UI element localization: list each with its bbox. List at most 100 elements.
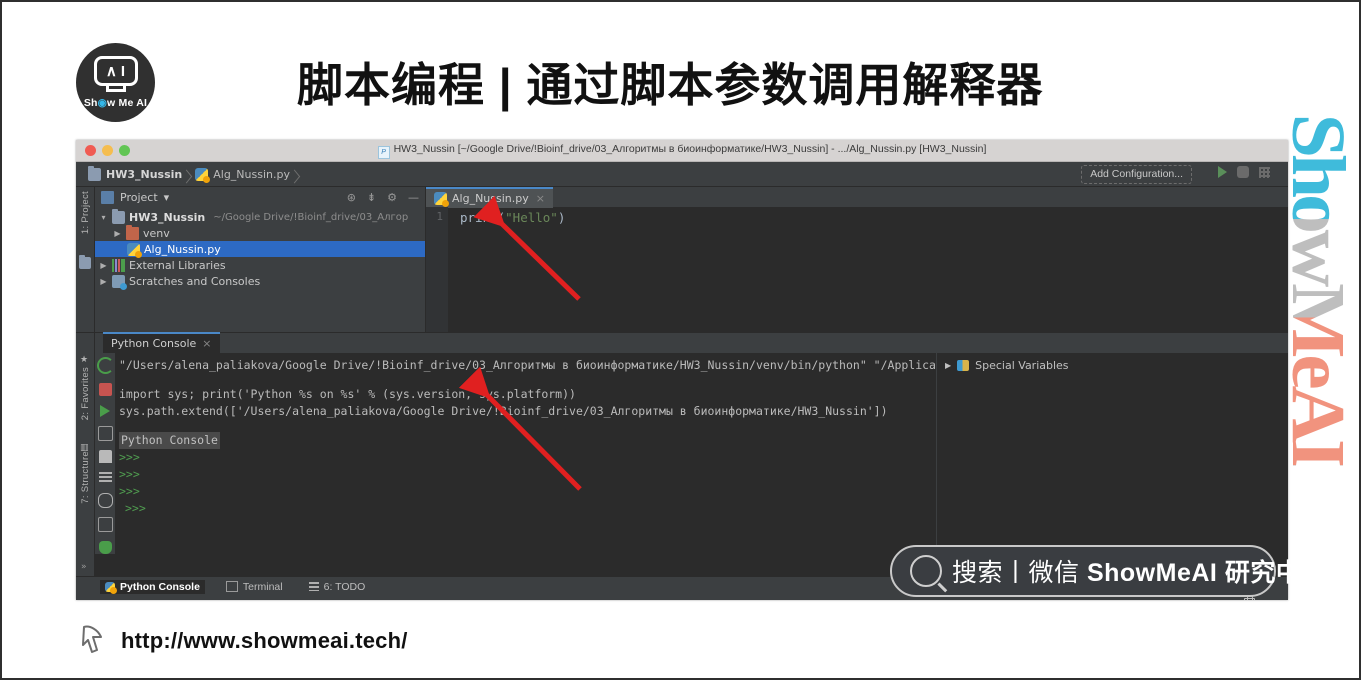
editor-gutter: 1 xyxy=(426,207,448,332)
watermark-text: ShowMeAI xyxy=(1276,113,1360,466)
search-overlay[interactable]: 搜索丨微信 ShowMeAI 研究中心 xyxy=(890,545,1326,597)
lock-icon[interactable] xyxy=(1244,595,1256,600)
close-tab-icon[interactable]: × xyxy=(536,192,545,205)
tool-button-python-console[interactable]: Python Console xyxy=(100,579,205,594)
editor-code-line[interactable]: print("Hello") xyxy=(460,210,565,225)
variables-icon xyxy=(957,360,970,371)
code-string: "Hello" xyxy=(505,210,558,225)
console-banner: Python Console xyxy=(119,432,936,449)
console-split: "/Users/alena_paliakova/Google Drive/!Bi… xyxy=(95,353,1288,554)
project-dropdown-caret-icon[interactable]: ▾ xyxy=(164,191,170,204)
console-toolbar[interactable] xyxy=(95,353,115,554)
tree-item-scratches[interactable]: ▶ Scratches and Consoles xyxy=(95,273,425,290)
console-tool-window: 2: Favorites 7: Structure ★ ▥ » Python C… xyxy=(76,332,1288,576)
add-configuration-button[interactable]: Add Configuration... xyxy=(1081,165,1192,184)
console-prompt: >>> xyxy=(119,467,140,481)
breadcrumb-label: Alg_Nussin.py xyxy=(213,167,290,181)
caret-position[interactable]: 1:7 xyxy=(1147,599,1160,601)
show-variables-icon[interactable] xyxy=(97,493,113,509)
close-console-tab-icon[interactable]: × xyxy=(202,337,211,350)
rerun-icon[interactable] xyxy=(96,357,114,374)
tree-item-alg-nussin[interactable]: Alg_Nussin.py xyxy=(95,241,425,258)
expand-arrow-icon[interactable]: ▶ xyxy=(113,229,122,238)
attach-console-icon[interactable] xyxy=(97,517,113,533)
console-tab-python[interactable]: Python Console × xyxy=(103,332,220,353)
tool-button-terminal[interactable]: Terminal xyxy=(221,580,288,594)
expand-arrow-icon[interactable]: ▾ xyxy=(99,213,108,222)
expand-arrow-icon[interactable]: ▶ xyxy=(99,277,108,286)
project-view-icon xyxy=(101,190,114,204)
tool-button-label: Python Console xyxy=(120,580,200,593)
tree-item-venv[interactable]: ▶ venv xyxy=(95,224,425,241)
locate-icon[interactable]: ⊛ xyxy=(347,191,356,204)
console-spacer xyxy=(119,420,936,432)
line-separator[interactable]: n/a xyxy=(1172,599,1185,601)
soft-wrap-icon[interactable] xyxy=(97,425,113,441)
structure-folder-icon[interactable] xyxy=(79,255,91,269)
console-banner-label: Python Console xyxy=(119,432,220,449)
console-tabbar: Python Console × xyxy=(95,332,1288,353)
execute-icon[interactable] xyxy=(100,404,110,417)
search-text-brand: ShowMeAI xyxy=(1086,559,1218,587)
tool-button-label: Terminal xyxy=(242,580,283,593)
side-label-project[interactable]: 1: Project xyxy=(80,191,91,234)
logo-i-glyph: I xyxy=(120,62,126,80)
slide-root: ∧ I Sh◉w Me AI 脚本编程 | 通过脚本参数调用解释器 P HW3_N… xyxy=(0,0,1361,680)
expand-arrow-icon[interactable]: ▶ xyxy=(99,261,108,270)
breadcrumb-item-project[interactable]: HW3_Nussin xyxy=(84,165,191,181)
tree-item-root[interactable]: ▾ HW3_Nussin ~/Google Drive/!Bioinf_driv… xyxy=(95,208,425,225)
footer-url[interactable]: http://www.showmeai.tech/ xyxy=(121,628,408,654)
expand-arrow-icon[interactable]: ▶ xyxy=(945,361,951,370)
console-left-strip: 2: Favorites 7: Structure ★ ▥ » xyxy=(76,333,95,576)
run-icon[interactable] xyxy=(1218,166,1227,178)
file-encoding[interactable]: UTF-8 ÷ xyxy=(1198,599,1233,601)
editor-tab-alg-nussin[interactable]: Alg_Nussin.py × xyxy=(426,187,553,208)
console-line: sys.path.extend(['/Users/alena_paliakova… xyxy=(119,404,888,418)
debug-icon[interactable] xyxy=(1237,166,1249,178)
editor-pane: Alg_Nussin.py × 1 print("Hello") xyxy=(426,187,1288,332)
console-tab-label: Python Console xyxy=(111,337,197,350)
logo-a-glyph: ∧ xyxy=(105,62,117,80)
run-controls[interactable] xyxy=(1218,166,1270,178)
special-variables-row[interactable]: ▶ Special Variables xyxy=(945,359,1288,372)
ide-body: 1: Project Project ▾ ⊛ ⇟ ⚙ — ▾ HW3_Nussi… xyxy=(76,187,1288,332)
libraries-icon xyxy=(112,258,125,272)
stop-icon[interactable] xyxy=(98,382,112,396)
breadcrumb-item-file[interactable]: Alg_Nussin.py xyxy=(191,167,299,183)
navigation-bar: HW3_Nussin Alg_Nussin.py Add Configurati… xyxy=(76,162,1288,187)
side-label-favorites[interactable]: 2: Favorites xyxy=(80,367,91,420)
left-tool-strip: 1: Project xyxy=(76,187,95,332)
tree-item-external-libraries[interactable]: ▶ External Libraries xyxy=(95,257,425,273)
console-main: Python Console × "/Users/alena_paliakova… xyxy=(95,332,1288,576)
project-pane-tools[interactable]: ⊛ ⇟ ⚙ — xyxy=(347,191,419,204)
special-variables-pane: ▶ Special Variables xyxy=(935,353,1288,554)
tool-button-label: 6: TODO xyxy=(323,580,366,593)
console-output[interactable]: "/Users/alena_paliakova/Google Drive/!Bi… xyxy=(115,353,936,554)
coverage-icon[interactable] xyxy=(1259,166,1270,178)
tree-item-label: Alg_Nussin.py xyxy=(144,242,221,256)
window-title: HW3_Nussin [~/Google Drive/!Bioinf_drive… xyxy=(393,142,987,155)
tool-button-todo[interactable]: 6: TODO xyxy=(304,580,371,594)
inspector-icon[interactable]: ☻ xyxy=(1267,599,1278,601)
scroll-to-end-icon[interactable] xyxy=(98,471,112,485)
tree-item-label: venv xyxy=(143,226,170,240)
expand-strip-icon[interactable]: » xyxy=(81,562,87,572)
python-file-icon xyxy=(434,192,449,207)
terminal-icon xyxy=(225,581,238,592)
collapse-all-icon[interactable]: ⇟ xyxy=(367,191,376,204)
console-prompt[interactable]: >>> xyxy=(119,500,936,517)
footer: http://www.showmeai.tech/ xyxy=(80,624,408,658)
search-overlay-text: 搜索丨微信 ShowMeAI 研究中心 xyxy=(952,553,1327,589)
logo-label: Sh◉w Me AI xyxy=(83,97,148,109)
project-pane-header: Project ▾ ⊛ ⇟ ⚙ — xyxy=(95,187,425,207)
hide-pane-icon[interactable]: — xyxy=(408,191,419,204)
editor-tab-label: Alg_Nussin.py xyxy=(452,192,529,205)
side-label-structure[interactable]: 7: Structure xyxy=(80,451,91,504)
robot-face-icon: ∧ I xyxy=(93,56,138,86)
console-line: import sys; print('Python %s on %s' % (s… xyxy=(119,387,576,401)
debug-console-icon[interactable] xyxy=(98,541,112,554)
settings-gear-icon[interactable]: ⚙ xyxy=(387,191,397,204)
breadcrumb-label: HW3_Nussin xyxy=(106,167,183,181)
search-text-cn: 搜索丨微信 xyxy=(952,559,1080,587)
print-icon[interactable] xyxy=(98,449,112,463)
